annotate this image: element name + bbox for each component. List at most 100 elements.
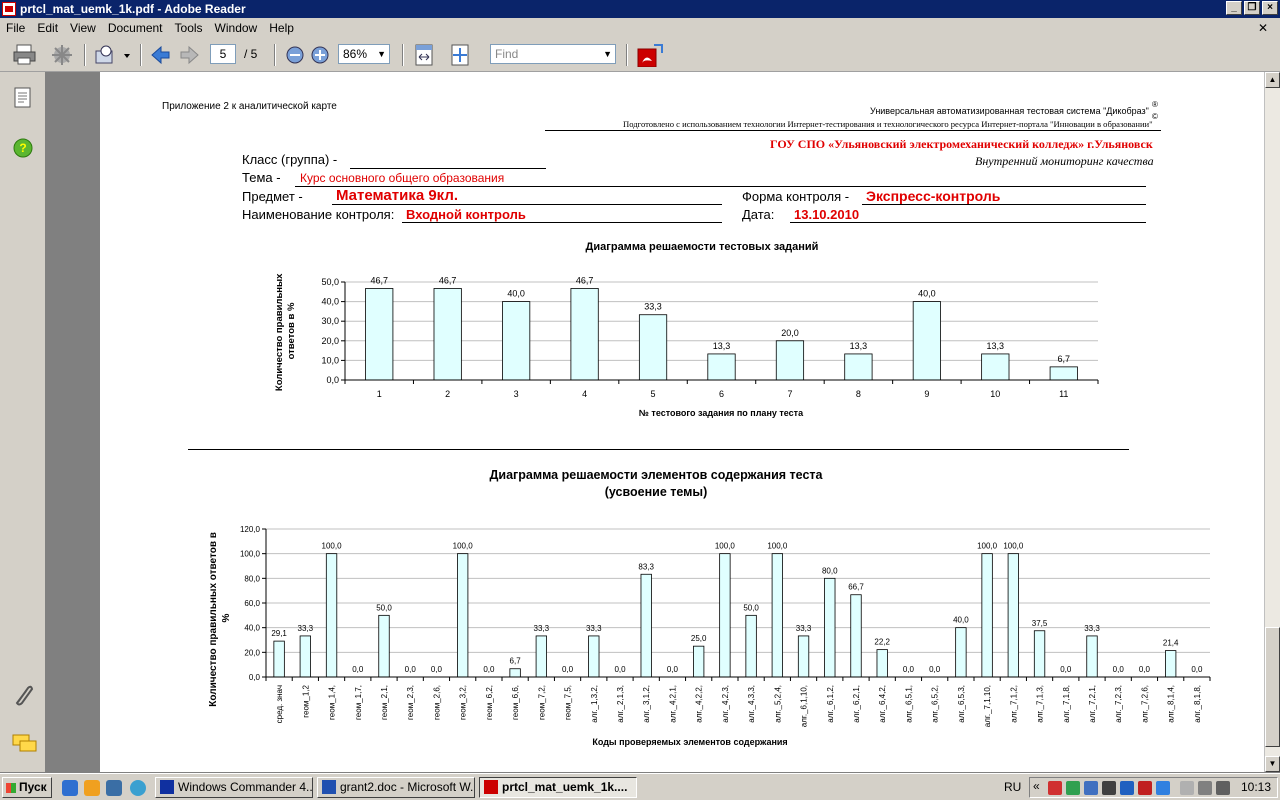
data-label: 0,0 [405, 665, 417, 674]
security-icon[interactable] [1066, 781, 1080, 795]
x-tick-label: геом_1,7, [354, 685, 363, 720]
attachments-icon[interactable] [12, 682, 34, 706]
data-label: 37,5 [1032, 619, 1048, 628]
update-icon[interactable] [1156, 781, 1170, 795]
service-icon[interactable] [1102, 781, 1116, 795]
fit-page-icon[interactable] [448, 43, 472, 67]
menu-view[interactable]: View [64, 21, 102, 35]
find-dropdown-icon[interactable]: ▼ [603, 45, 612, 63]
x-tick-label: алг._6,2,1, [852, 685, 861, 723]
browser-icon[interactable] [62, 780, 78, 796]
menu-bar: File Edit View Document Tools Window Hel… [0, 18, 1280, 38]
adobe-acrobat-icon[interactable] [636, 43, 664, 67]
x-tick-label: алг._1,3,2, [590, 685, 599, 723]
x-tick-label: геом_2,1, [380, 685, 389, 720]
data-label: 0,0 [1191, 665, 1203, 674]
chart1-title: Диаграмма решаемости тестовых заданий [586, 241, 819, 253]
form-value: Экспресс-контроль [866, 188, 1001, 204]
bar [850, 594, 862, 678]
volume-icon[interactable] [1216, 781, 1230, 795]
bar [1033, 630, 1046, 678]
data-label: 46,7 [576, 275, 594, 285]
x-tick-label: 6 [719, 389, 724, 399]
date-label: Дата: [742, 207, 775, 222]
help-icon[interactable]: ? [12, 136, 34, 160]
menu-tools[interactable]: Tools [169, 21, 209, 35]
close-button[interactable]: × [1262, 1, 1278, 15]
data-label: 100,0 [715, 542, 736, 551]
restore-button[interactable]: ❐ [1244, 1, 1260, 15]
menu-window[interactable]: Window [209, 21, 264, 35]
start-label: Пуск [19, 780, 47, 794]
menu-document[interactable]: Document [102, 21, 169, 35]
chart1-ylabel-line1: Количество правильных [274, 273, 285, 391]
language-indicator[interactable]: RU [1004, 780, 1021, 794]
tray-expand-icon[interactable]: « [1033, 779, 1040, 793]
chart2-ylabel-line2: % [221, 613, 232, 622]
start-button[interactable]: Пуск [2, 777, 52, 798]
power-icon[interactable] [1180, 781, 1194, 795]
chart2-grid [266, 528, 1210, 678]
menu-file[interactable]: File [0, 21, 31, 35]
chart2-xlabel: Коды проверяемых элементов содержания [592, 737, 787, 747]
x-tick-label: геом_2,6, [432, 685, 441, 720]
zoom-tool-dropdown-icon[interactable] [94, 43, 134, 67]
task-windows-commander[interactable]: Windows Commander 4.... [155, 777, 313, 798]
bar [844, 353, 873, 381]
zoom-out-icon[interactable] [284, 43, 306, 67]
data-label: 33,3 [796, 624, 812, 633]
collaborate-icon[interactable] [50, 43, 76, 67]
usb-icon[interactable] [1198, 781, 1212, 795]
chart1-xlabel: № тестового задания по плану теста [639, 408, 804, 418]
comments-icon[interactable] [12, 732, 38, 756]
media-player-icon[interactable] [84, 780, 100, 796]
find-input[interactable]: Find ▼ [490, 44, 616, 64]
page-total-label: / 5 [244, 47, 258, 61]
page-number-input[interactable]: 5 [210, 44, 236, 64]
show-desktop-icon[interactable] [106, 780, 122, 796]
data-label: 0,0 [352, 665, 364, 674]
scrollbar-thumb[interactable] [1265, 627, 1280, 747]
bar [378, 614, 390, 678]
vertical-scrollbar[interactable]: ▲ ▼ [1264, 72, 1280, 772]
print-icon[interactable] [12, 43, 38, 67]
messenger-icon[interactable] [130, 780, 146, 796]
bar [433, 288, 462, 381]
prepared-line: Подготовлено с использованием технологии… [623, 119, 1153, 129]
connection-icon[interactable] [1120, 781, 1134, 795]
data-label: 100,0 [322, 542, 343, 551]
network-icon[interactable] [1084, 781, 1098, 795]
task-adobe-reader[interactable]: prtcl_mat_uemk_1k.... [479, 777, 637, 798]
find-placeholder: Find [495, 47, 519, 61]
chart1-ylabel-line2: ответов в % [286, 302, 297, 359]
x-tick-label: алг._6,5,2, [931, 685, 940, 723]
bar [707, 353, 736, 381]
x-tick-label: 9 [924, 389, 929, 399]
data-label: 6,7 [510, 657, 522, 666]
previous-page-icon[interactable] [148, 43, 172, 67]
x-tick-label: 5 [651, 389, 656, 399]
task-word-document[interactable]: grant2.doc - Microsoft W... [317, 777, 475, 798]
zoom-level-select[interactable]: 86% ▼ [338, 44, 390, 64]
scroll-up-icon[interactable]: ▲ [1265, 72, 1280, 88]
data-label: 0,0 [431, 665, 443, 674]
antivirus-icon[interactable] [1048, 781, 1062, 795]
menu-help[interactable]: Help [263, 21, 300, 35]
minimize-button[interactable]: _ [1226, 1, 1242, 15]
next-page-icon[interactable] [178, 43, 202, 67]
scroll-down-icon[interactable]: ▼ [1265, 756, 1280, 772]
menu-edit[interactable]: Edit [31, 21, 64, 35]
zoom-in-icon[interactable] [309, 43, 331, 67]
x-tick-label: алг._8,1,8, [1193, 685, 1202, 723]
fit-width-icon[interactable] [412, 43, 436, 67]
x-tick-label: алг._6,1,10, [800, 685, 809, 727]
document-close-icon[interactable]: ✕ [1252, 21, 1274, 35]
x-tick-label: алг._6,5,3, [957, 685, 966, 723]
toolbar: 5 / 5 86% ▼ Find ▼ [0, 38, 1280, 72]
pages-icon[interactable] [12, 86, 34, 110]
flash-icon[interactable] [1138, 781, 1152, 795]
data-label: 0,0 [1139, 665, 1151, 674]
data-label: 40,0 [918, 289, 936, 299]
class-label: Класс (группа) - [242, 152, 338, 167]
chart2-bars: 29,1 33,3 100,0 0,0 50,0 0,0 0,0 100,0 0,0 6,7 33,… [271, 542, 1203, 678]
